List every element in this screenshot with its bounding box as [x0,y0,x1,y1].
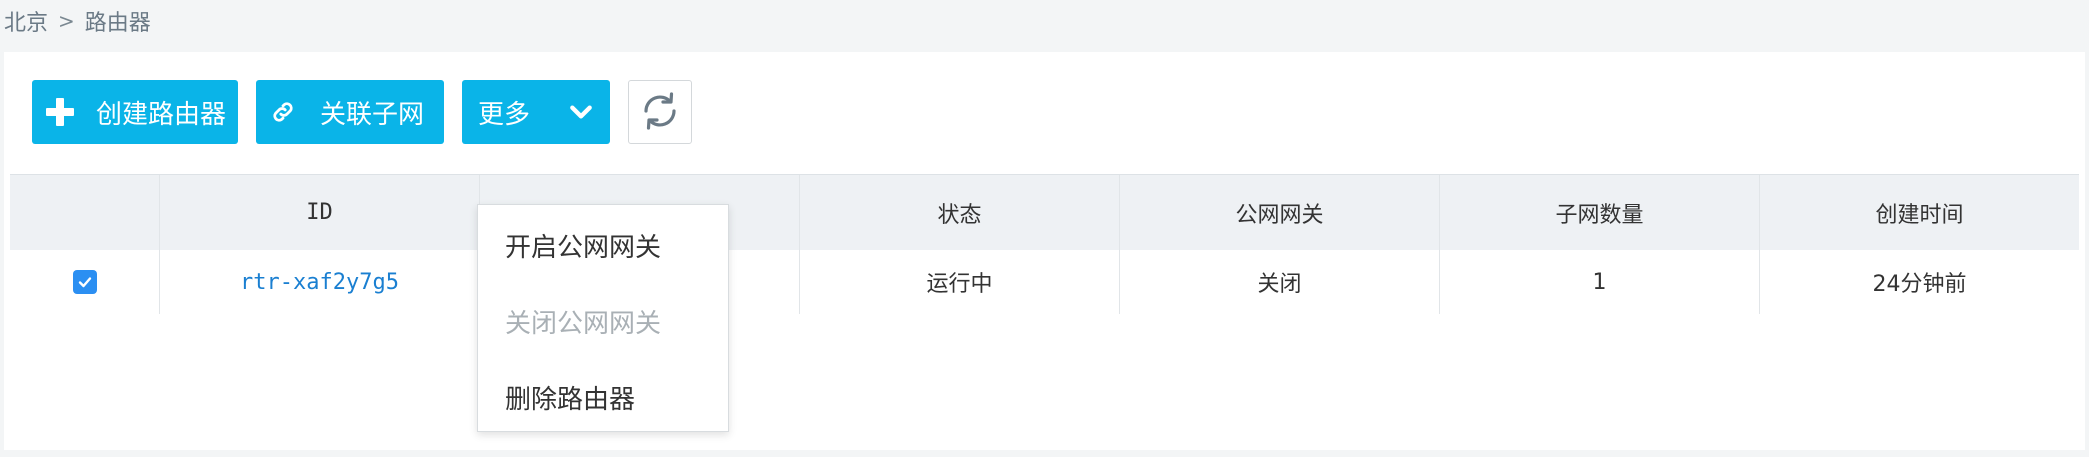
header-select [10,175,160,250]
breadcrumb-separator: > [58,9,75,33]
refresh-icon [638,89,682,136]
header-subnets: 子网数量 [1440,175,1760,250]
header-id: ID [160,175,480,250]
create-router-label: 创建路由器 [96,99,227,130]
menu-item-disable-gateway: 关闭公网网关 [505,308,662,339]
router-table: ID 状态 公网网关 子网数量 创建时间 rtr-xaf2y7g5 运行中 关闭… [10,174,2079,314]
row-gateway-cell: 关闭 [1120,250,1440,314]
menu-item-enable-gateway[interactable]: 开启公网网关 [478,207,728,283]
row-checkbox[interactable] [72,270,97,294]
more-label: 更多 [478,99,531,130]
check-icon [78,277,91,288]
header-gateway: 公网网关 [1120,175,1440,250]
menu-item-delete-router[interactable]: 删除路由器 [478,359,728,435]
breadcrumb: 北京 > 路由器 [4,4,151,38]
table-row[interactable]: rtr-xaf2y7g5 运行中 关闭 1 24分钟前 [10,250,2079,314]
breadcrumb-region[interactable]: 北京 [4,5,48,37]
chevron-down-icon [568,98,596,126]
more-dropdown-menu: 开启公网网关 关闭公网网关 删除路由器 [477,204,729,432]
router-id-link[interactable]: rtr-xaf2y7g5 [240,270,399,295]
row-status-cell: 运行中 [800,250,1120,314]
row-created-cell: 24分钟前 [1872,272,1967,297]
refresh-button[interactable] [628,80,692,144]
main-panel: 创建路由器 关联子网 更多 ID 状态 公网网关 子网数量 创建时间 rtr-x… [4,52,2085,450]
table-header: ID 状态 公网网关 子网数量 创建时间 [10,174,2079,250]
row-subnets-cell: 1 [1440,250,1760,314]
row-select-cell [10,250,160,314]
link-icon [270,97,300,127]
more-dropdown-button[interactable]: 更多 [462,80,610,144]
link-subnet-label: 关联子网 [320,99,425,130]
toolbar: 创建路由器 关联子网 更多 [32,80,692,144]
create-router-button[interactable]: 创建路由器 [32,80,238,144]
breadcrumb-current: 路由器 [84,11,151,36]
plus-icon [46,98,74,126]
header-created: 创建时间 [1875,202,1964,228]
link-subnet-button[interactable]: 关联子网 [256,80,444,144]
header-status: 状态 [800,175,1120,250]
row-id-cell: rtr-xaf2y7g5 [160,250,480,314]
